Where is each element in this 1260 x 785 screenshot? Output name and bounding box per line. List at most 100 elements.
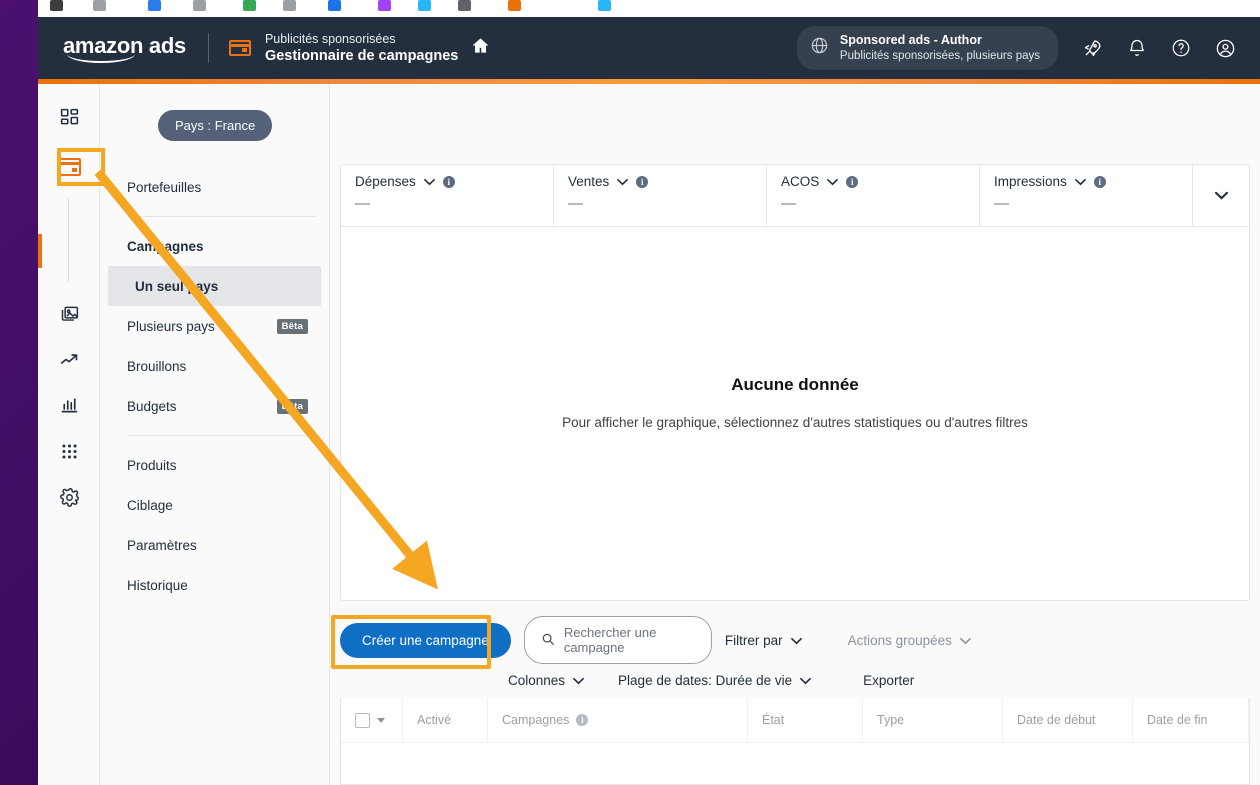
empty-state-title: Aucune donnée xyxy=(731,375,859,394)
chevron-down-icon[interactable] xyxy=(827,174,839,189)
table-header-date-de-fin[interactable]: Date de fin xyxy=(1133,698,1249,742)
sidebar-item-budgets[interactable]: Budgets Bêta xyxy=(100,386,329,426)
bookmark-item[interactable] xyxy=(328,0,341,11)
help-circle-icon[interactable] xyxy=(1171,38,1191,58)
sidebar-item-campaigns[interactable] xyxy=(38,144,100,190)
sidebar-item-ciblage[interactable]: Ciblage xyxy=(100,485,329,525)
bookmark-item[interactable] xyxy=(458,0,471,11)
search-campaign-box[interactable]: Rechercher une campagne xyxy=(523,616,712,664)
table-header-date-de-d-but[interactable]: Date de début xyxy=(1003,698,1133,742)
campaign-toolbar: Créer une campagne Rechercher une campag… xyxy=(331,614,1250,698)
info-icon[interactable]: i xyxy=(442,175,455,188)
bell-icon[interactable] xyxy=(1127,38,1147,58)
sidebar-item-historique[interactable]: Historique xyxy=(100,565,329,605)
bookmark-item[interactable] xyxy=(378,0,391,11)
bookmark-item[interactable] xyxy=(93,0,106,11)
browser-bookmarks-bar xyxy=(38,0,1260,17)
chevron-down-icon[interactable] xyxy=(423,174,435,189)
metric-card[interactable]: Dépenses i — xyxy=(341,165,554,226)
app-window: amazon ads Publicités sponsorisées Gesti… xyxy=(38,17,1260,785)
left-icon-rail xyxy=(38,84,100,785)
account-context-switcher[interactable]: Sponsored ads - Author Publicités sponso… xyxy=(796,26,1058,70)
chart-empty-state: Aucune donnée Pour afficher le graphique… xyxy=(341,227,1249,430)
product-subtitle: Publicités sponsorisées xyxy=(264,31,396,46)
chevron-down-icon xyxy=(790,633,802,648)
info-icon[interactable]: i xyxy=(576,714,589,726)
sidebar-item-settings[interactable] xyxy=(38,474,100,520)
metric-card[interactable]: Impressions i — xyxy=(980,165,1193,226)
toolbar-primary-row: Créer une campagne Rechercher une campag… xyxy=(331,614,1250,669)
chevron-down-icon xyxy=(1214,187,1228,205)
bookmark-item[interactable] xyxy=(283,0,296,11)
info-icon[interactable]: i xyxy=(636,175,649,188)
sidebar-item-plusieurs-pays[interactable]: Plusieurs pays Bêta xyxy=(100,306,329,346)
sidebar-item-produits[interactable]: Produits xyxy=(100,445,329,485)
rail-divider xyxy=(68,198,69,282)
bulk-actions-dropdown[interactable]: Actions groupées xyxy=(848,633,971,648)
bookmark-item[interactable] xyxy=(243,0,256,11)
filter-by-dropdown[interactable]: Filtrer par xyxy=(725,633,802,648)
bookmark-item[interactable] xyxy=(418,0,431,11)
amazon-ads-logo[interactable]: amazon ads xyxy=(63,35,186,63)
performance-chart-card: Dépenses i — Ventes i — ACOS i — Impressions i — Au… xyxy=(340,164,1250,601)
table-header-label: Date de début xyxy=(1017,713,1096,727)
info-icon[interactable]: i xyxy=(1093,175,1106,188)
export-button[interactable]: Exporter xyxy=(863,673,914,688)
chevron-down-icon[interactable] xyxy=(1074,174,1086,189)
date-range-label: Plage de dates: Durée de vie xyxy=(618,672,793,688)
sidebar-item-portefeuilles[interactable]: Portefeuilles xyxy=(100,167,329,207)
columns-label: Colonnes xyxy=(508,672,566,688)
metric-label: Ventes xyxy=(568,174,610,189)
info-icon[interactable]: i xyxy=(846,175,859,188)
create-campaign-button[interactable]: Créer une campagne xyxy=(340,622,511,658)
campaigns-table: Activé Campagnes i État Type Date de début Dat… xyxy=(340,698,1250,785)
main-content: Dépenses i — Ventes i — ACOS i — Impressions i — Au… xyxy=(330,84,1260,785)
sidebar-item-dashboard[interactable] xyxy=(38,94,100,140)
sidebar-item-label: Produits xyxy=(127,457,177,473)
metric-card[interactable]: Ventes i — xyxy=(554,165,767,226)
empty-state-subtitle: Pour afficher le graphique, sélectionnez… xyxy=(562,415,1028,430)
sidebar-separator xyxy=(127,216,316,217)
table-header-label: Type xyxy=(877,713,905,727)
sidebar-item-label: Portefeuilles xyxy=(127,179,202,195)
header-divider xyxy=(207,33,209,63)
sidebar-item-label: Budgets xyxy=(127,398,177,414)
table-header-type[interactable]: Type xyxy=(863,698,1003,742)
account-name: Sponsored ads - Author xyxy=(839,33,982,48)
sidebar-item-creative-library[interactable] xyxy=(38,290,100,336)
sidebar-item-reports[interactable] xyxy=(38,382,100,428)
toolbar-secondary-row: Colonnes Plage de dates: Durée de vie Ex… xyxy=(340,662,1250,698)
select-all-checkbox[interactable] xyxy=(355,712,370,728)
product-title: Publicités sponsorisées Gestionnaire de … xyxy=(265,31,458,66)
metric-card[interactable]: ACOS i — xyxy=(767,165,980,226)
select-dropdown-icon[interactable] xyxy=(377,717,385,723)
chevron-down-icon xyxy=(960,633,971,648)
metrics-expand-toggle[interactable] xyxy=(1193,165,1249,226)
sidebar-item-brouillons[interactable]: Brouillons xyxy=(100,346,329,386)
table-header--tat[interactable]: État xyxy=(748,698,863,742)
header-right-cluster: Sponsored ads - Author Publicités sponso… xyxy=(796,26,1260,70)
account-circle-icon[interactable] xyxy=(1215,38,1236,59)
campaign-card-rail-icon xyxy=(57,158,81,176)
sidebar-separator xyxy=(127,435,316,436)
bookmark-item[interactable] xyxy=(148,0,161,11)
bookmark-item[interactable] xyxy=(193,0,206,11)
sidebar-item-param-tres[interactable]: Paramètres xyxy=(100,525,329,565)
bookmark-item[interactable] xyxy=(50,0,63,11)
chevron-down-icon[interactable] xyxy=(617,174,629,189)
sidebar-item-un-seul-pays[interactable]: Un seul pays xyxy=(108,266,321,306)
campaign-card-icon xyxy=(228,40,251,56)
table-header-select[interactable] xyxy=(341,698,403,742)
date-range-dropdown[interactable]: Plage de dates: Durée de vie xyxy=(618,672,812,688)
amazon-smile-icon xyxy=(67,54,135,63)
bookmark-item[interactable] xyxy=(598,0,611,11)
country-filter-chip[interactable]: Pays : France xyxy=(158,110,273,141)
bookmark-item[interactable] xyxy=(508,0,521,11)
columns-dropdown[interactable]: Colonnes xyxy=(508,673,584,688)
home-icon[interactable] xyxy=(471,36,490,61)
rocket-icon[interactable] xyxy=(1082,38,1103,59)
sidebar-item-apps[interactable] xyxy=(38,428,100,474)
table-header-activ-[interactable]: Activé xyxy=(403,698,488,742)
table-header-campagnes[interactable]: Campagnes i xyxy=(488,698,748,742)
sidebar-item-measurement[interactable] xyxy=(38,336,100,382)
